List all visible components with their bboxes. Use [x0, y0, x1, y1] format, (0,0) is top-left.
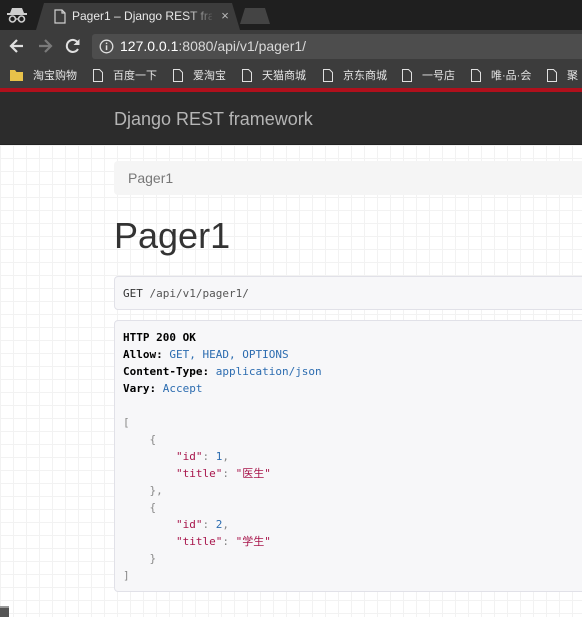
page-icon: [471, 68, 481, 82]
status-corner-icon: [0, 606, 9, 617]
navbar-brand[interactable]: Django REST framework: [114, 109, 313, 130]
json-key: "title": [175, 535, 223, 548]
breadcrumb: Pager1: [114, 161, 582, 195]
request-path: /api/v1/pager1/: [149, 287, 249, 300]
bookmarks-bar: 淘宝购物 百度一下 爱淘宝 天猫商城 京东商城 一号店 唯·品·会 聚: [0, 62, 582, 88]
bookmark-item[interactable]: 天猫商城: [242, 62, 306, 88]
forward-icon[interactable]: [35, 36, 55, 56]
json-key: "id": [175, 518, 203, 531]
navbar: Django REST framework: [0, 92, 582, 145]
url-text: 127.0.0.1:8080/api/v1/pager1/: [120, 38, 306, 54]
back-icon[interactable]: [7, 36, 27, 56]
page-title: Pager1: [114, 215, 231, 256]
response-status: HTTP 200 OK: [123, 331, 196, 344]
url-path: :8080/api/v1/pager1/: [178, 38, 307, 54]
json-brace: },: [149, 484, 163, 497]
header-value: application/json: [215, 365, 322, 378]
response-headers: HTTP 200 OK Allow: GET, HEAD, OPTIONS Co…: [123, 329, 322, 397]
page-icon: [402, 68, 412, 82]
page-icon: [93, 68, 103, 82]
bookmark-item[interactable]: 爱淘宝: [173, 62, 226, 88]
bookmark-label: 聚: [567, 70, 578, 82]
incognito-icon: [7, 8, 27, 23]
bookmark-label: 天猫商城: [262, 70, 306, 82]
json-key: "title": [175, 467, 223, 480]
tab-pager1[interactable]: Pager1 – Django REST framework ×: [36, 3, 240, 30]
page-icon: [173, 68, 183, 82]
request-info: GET /api/v1/pager1/: [114, 276, 582, 310]
bookmark-item[interactable]: 聚: [547, 62, 578, 88]
json-bracket: [: [123, 416, 130, 429]
page-icon: [323, 68, 333, 82]
browser-tabstrip: Pager1 – Django REST framework ×: [0, 0, 582, 30]
bookmark-label: 爱淘宝: [193, 70, 226, 82]
request-line: GET /api/v1/pager1/: [123, 287, 249, 300]
folder-icon: [10, 70, 23, 81]
json-bracket: ]: [123, 569, 130, 582]
tab-title-fade: [186, 3, 216, 30]
bookmark-item[interactable]: 唯·品·会: [471, 62, 531, 88]
close-icon[interactable]: ×: [218, 9, 232, 23]
header-value: GET, HEAD, OPTIONS: [169, 348, 289, 361]
header-key: Content-Type:: [123, 365, 210, 378]
reload-icon[interactable]: [63, 36, 83, 56]
json-brace: {: [149, 501, 157, 514]
json-brace: }: [149, 552, 157, 565]
bookmark-label: 唯·品·会: [491, 70, 532, 82]
json-string: "医生": [235, 467, 271, 480]
page-icon: [547, 68, 557, 82]
browser-toolbar: 127.0.0.1:8080/api/v1/pager1/: [0, 30, 582, 62]
address-bar[interactable]: 127.0.0.1:8080/api/v1/pager1/: [92, 34, 582, 59]
response-info: HTTP 200 OK Allow: GET, HEAD, OPTIONS Co…: [114, 320, 582, 592]
breadcrumb-item-active: Pager1: [128, 170, 174, 186]
header-value: Accept: [162, 382, 203, 395]
bookmark-item[interactable]: 一号店: [402, 62, 455, 88]
page-content: Pager1 Pager1 GET /api/v1/pager1/ HTTP 2…: [0, 145, 582, 617]
url-host: 127.0.0.1: [120, 38, 179, 54]
bookmark-label: 百度一下: [113, 70, 157, 82]
header-key: Allow:: [123, 348, 163, 361]
bookmark-item[interactable]: 百度一下: [93, 62, 157, 88]
json-string: "学生": [235, 535, 271, 548]
bookmark-item[interactable]: 淘宝购物: [10, 62, 77, 88]
json-key: "id": [175, 450, 203, 463]
new-tab-button[interactable]: [240, 8, 270, 24]
bookmark-label: 一号店: [422, 70, 455, 82]
info-icon[interactable]: [99, 39, 114, 54]
document-icon: [54, 9, 66, 24]
request-method: GET: [123, 287, 143, 300]
page-icon: [242, 68, 252, 82]
json-brace: {: [149, 433, 157, 446]
response-body: [ { "id": 1, "title": "医生" }, { "id": 2,…: [123, 416, 271, 582]
bookmark-label: 淘宝购物: [33, 70, 77, 82]
bookmark-item[interactable]: 京东商城: [323, 62, 387, 88]
bookmark-label: 京东商城: [343, 70, 387, 82]
header-key: Vary:: [123, 382, 157, 395]
